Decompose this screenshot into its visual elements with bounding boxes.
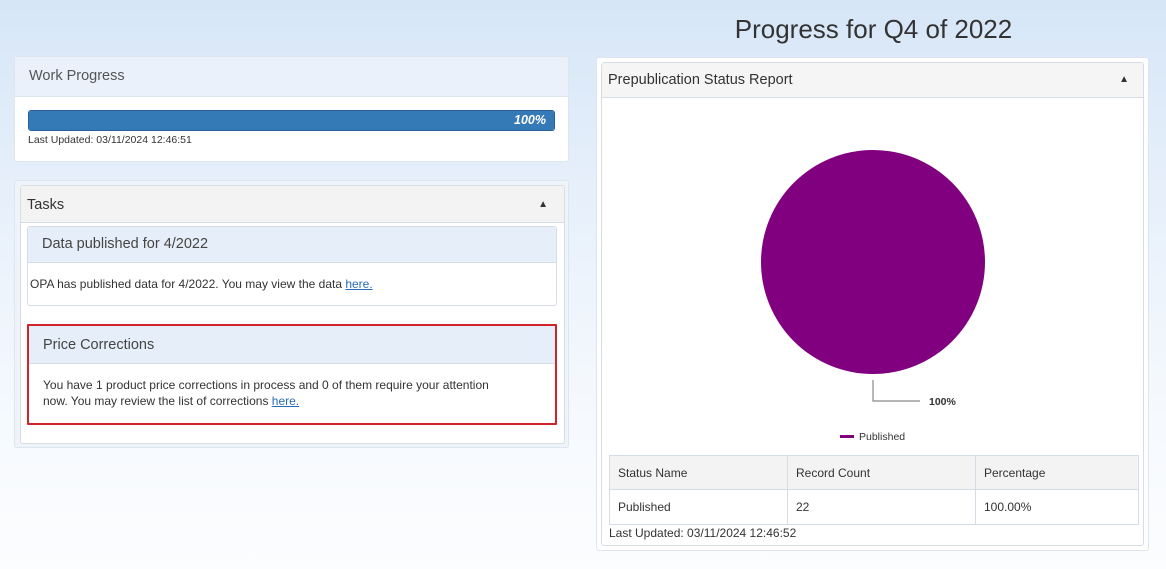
legend-swatch: [840, 435, 854, 438]
cell-percentage: 100.00%: [975, 489, 1139, 525]
pie-leader-line: [872, 380, 920, 402]
status-report-container: Prepublication Status Report ▲ 100% Publi…: [596, 57, 1149, 551]
task-text: OPA has published data for 4/2022. You m…: [28, 263, 556, 292]
status-report-panel: Prepublication Status Report ▲ 100% Publi…: [601, 62, 1144, 546]
status-report-last-updated: Last Updated: 03/11/2024 12:46:52: [609, 526, 797, 540]
tasks-panel: Tasks ▲ Data published for 4/2022 OPA ha…: [20, 185, 565, 444]
task-title: Data published for 4/2022: [28, 227, 556, 263]
task-card-price-corrections: Price Corrections You have 1 product pri…: [27, 324, 557, 425]
pie-data-label: 100%: [929, 396, 957, 408]
task-title: Price Corrections: [29, 326, 555, 364]
work-progress-last-updated: Last Updated: 03/11/2024 12:46:51: [28, 134, 192, 146]
view-data-link[interactable]: here.: [345, 277, 372, 291]
tasks-collapse-icon[interactable]: ▲: [538, 199, 548, 210]
status-report-title: Prepublication Status Report: [608, 72, 793, 88]
tasks-container: Tasks ▲ Data published for 4/2022 OPA ha…: [14, 180, 569, 448]
work-progress-title: Work Progress: [15, 57, 568, 97]
task-card-data-published: Data published for 4/2022 OPA has publis…: [27, 226, 557, 306]
work-progress-panel: Work Progress 100% Last Updated: 03/11/2…: [14, 56, 569, 162]
status-table-header-row: Status Name Record Count Percentage: [609, 455, 1139, 490]
work-progress-bar-fill: 100%: [29, 111, 554, 130]
tasks-header[interactable]: Tasks ▲: [21, 186, 564, 223]
column-header-status-name: Status Name: [609, 455, 788, 490]
pie-slice-published[interactable]: [761, 150, 985, 374]
status-pie-chart: 100% Published: [761, 150, 985, 443]
page-title: Progress for Q4 of 2022: [734, 14, 1013, 44]
column-header-percentage: Percentage: [975, 455, 1139, 490]
legend-label: Published: [859, 431, 905, 443]
cell-record-count: 22: [787, 489, 976, 525]
legend-item[interactable]: Published: [840, 431, 905, 443]
task-message: OPA has published data for 4/2022. You m…: [30, 277, 346, 291]
work-progress-label: 100%: [514, 113, 546, 127]
work-progress-bar: 100%: [28, 110, 555, 131]
status-report-header[interactable]: Prepublication Status Report ▲: [602, 63, 1143, 98]
task-message: You have 1 product price corrections in …: [43, 378, 489, 408]
review-corrections-link[interactable]: here.: [272, 394, 299, 408]
task-text: You have 1 product price corrections in …: [29, 364, 555, 409]
status-table: Status Name Record Count Percentage Publ…: [609, 455, 1139, 525]
column-header-record-count: Record Count: [787, 455, 976, 490]
cell-status-name: Published: [609, 489, 788, 525]
status-report-collapse-icon[interactable]: ▲: [1119, 74, 1129, 85]
table-row: Published 22 100.00%: [609, 489, 1139, 525]
tasks-title: Tasks: [27, 197, 65, 213]
